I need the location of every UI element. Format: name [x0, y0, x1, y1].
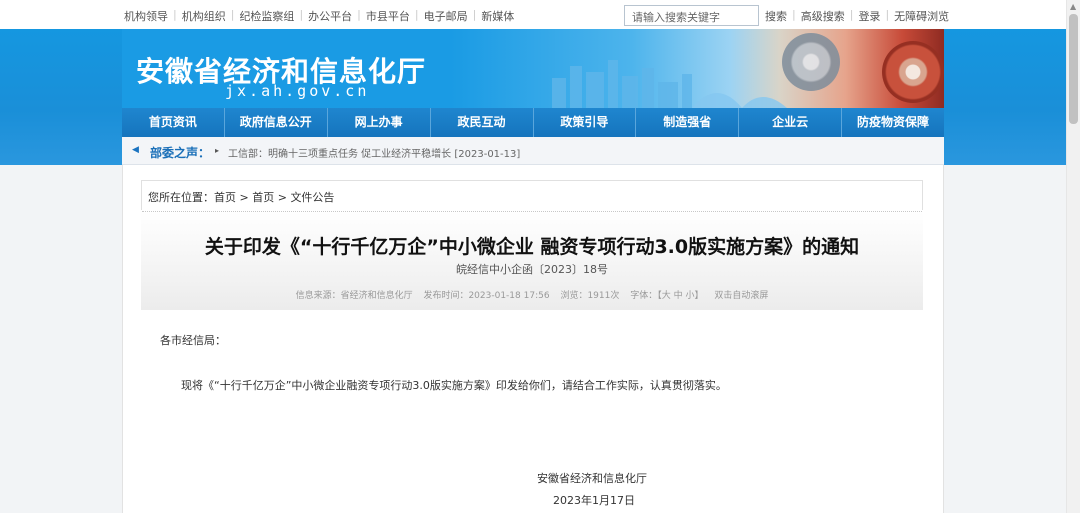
ticker-prev-icon[interactable]: ◀	[132, 145, 139, 155]
advanced-search-link[interactable]: 高级搜索	[801, 8, 845, 24]
main-nav: 首页资讯 政府信息公开 网上办事 政民互动 政策引导 制造强省 企业云 防疫物资…	[122, 108, 944, 137]
top-link-leaders[interactable]: 机构领导	[124, 8, 168, 24]
steel-coil-image	[782, 33, 840, 91]
divider: |	[885, 8, 890, 21]
article-header: 关于印发《“十行千亿万企”中小微企业 融资专项行动3.0版实施方案》的通知 皖经…	[141, 212, 923, 310]
page-scrollbar[interactable]: ▲	[1066, 0, 1080, 513]
font-size-control: 字体：【大 中 小】	[630, 291, 703, 301]
ticker-play-icon: ▸	[215, 146, 220, 155]
article-meta: 信息来源：省经济和信息化厅 发布时间：2023-01-18 17:56 浏览：1…	[141, 288, 923, 301]
article-addressee: 各市经信局：	[160, 334, 226, 347]
news-ticker: ◀ 部委之声： ▸ 工信部：明确十三项重点任务 促工业经济平稳增长 [2023-…	[122, 137, 944, 165]
nav-item-policy[interactable]: 政策引导	[534, 108, 637, 137]
divider: |	[414, 8, 419, 21]
signature-date: 2023年1月17日	[553, 494, 635, 507]
font-size-medium-button[interactable]: 中	[674, 291, 683, 301]
search-input[interactable]: 请输入搜索关键字	[624, 5, 759, 26]
nav-item-manufacturing[interactable]: 制造强省	[636, 108, 740, 137]
divider: |	[230, 8, 235, 21]
divider: |	[173, 8, 177, 21]
breadcrumb-announcements[interactable]: 文件公告	[290, 191, 334, 204]
ticker-news-link[interactable]: 工信部：明确十三项重点任务 促工业经济平稳增长 [2023-01-13]	[228, 145, 520, 160]
ticker-label: 部委之声：	[150, 146, 211, 160]
nav-item-online-services[interactable]: 网上办事	[328, 108, 431, 137]
divider: |	[472, 8, 477, 21]
view-count: 浏览：1911次	[560, 291, 620, 301]
font-size-label: 字体：【	[630, 291, 662, 301]
breadcrumb-prefix: 您所在位置：	[148, 191, 214, 204]
top-link-city-platform[interactable]: 市县平台	[366, 8, 410, 24]
breadcrumb-home-2[interactable]: 首页	[252, 191, 274, 204]
top-link-discipline[interactable]: 纪检监察组	[239, 8, 294, 24]
breadcrumb-home[interactable]: 首页	[214, 191, 236, 204]
scroll-up-icon[interactable]: ▲	[1070, 2, 1076, 11]
document-number: 皖经信中小企函〔2023〕18号	[456, 263, 608, 276]
breadcrumb: 您所在位置：首页 > 首页 > 文件公告	[141, 180, 923, 212]
divider: |	[299, 8, 304, 21]
font-size-small-button[interactable]: 小	[686, 291, 695, 301]
nav-item-gov-info[interactable]: 政府信息公开	[225, 108, 328, 137]
info-source: 信息来源：省经济和信息化厅	[295, 291, 413, 301]
signature-organization: 安徽省经济和信息化厅	[537, 472, 647, 485]
autoscroll-toggle[interactable]: 双击自动滚屏	[714, 291, 768, 301]
search-button[interactable]: 搜索	[765, 8, 787, 24]
breadcrumb-separator: >	[274, 191, 291, 204]
nav-item-enterprise-cloud[interactable]: 企业云	[739, 108, 843, 137]
publish-time: 发布时间：2023-01-18 17:56	[423, 291, 550, 301]
article-body-paragraph: 现将《“十行千亿万企”中小微企业融资专项行动3.0版实施方案》印发给你们，请结合…	[181, 379, 727, 392]
font-size-large-button[interactable]: 大	[662, 291, 671, 301]
search-links: 搜索 | 高级搜索 | 登录 | 无障碍浏览	[765, 8, 949, 24]
top-link-office-platform[interactable]: 办公平台	[308, 8, 352, 24]
accessibility-link[interactable]: 无障碍浏览	[894, 8, 949, 24]
top-link-email[interactable]: 电子邮局	[424, 8, 468, 24]
site-domain: jx.ah.gov.cn	[225, 82, 370, 100]
breadcrumb-separator: >	[236, 191, 253, 204]
divider: |	[792, 8, 796, 21]
top-link-new-media[interactable]: 新媒体	[481, 8, 514, 24]
font-size-label-close: 】	[694, 291, 704, 301]
login-link[interactable]: 登录	[858, 8, 880, 24]
scrollbar-thumb[interactable]	[1069, 14, 1078, 124]
article-title: 关于印发《“十行千亿万企”中小微企业 融资专项行动3.0版实施方案》的通知	[204, 236, 860, 258]
nav-item-interaction[interactable]: 政民互动	[431, 108, 534, 137]
nav-item-epidemic-supplies[interactable]: 防疫物资保障	[842, 108, 944, 137]
nav-item-home-news[interactable]: 首页资讯	[122, 108, 225, 137]
divider: |	[357, 8, 361, 21]
top-links: 机构领导 | 机构组织 | 纪检监察组 | 办公平台 | 市县平台 | 电子邮局 | 新媒体	[124, 8, 514, 24]
top-utility-bar: 机构领导 | 机构组织 | 纪检监察组 | 办公平台 | 市县平台 | 电子邮局 | 新媒体…	[0, 0, 1066, 29]
divider: |	[849, 8, 854, 21]
city-skyline-image	[552, 60, 787, 108]
copper-coil-image	[882, 41, 944, 103]
top-link-organization[interactable]: 机构组织	[182, 8, 226, 24]
